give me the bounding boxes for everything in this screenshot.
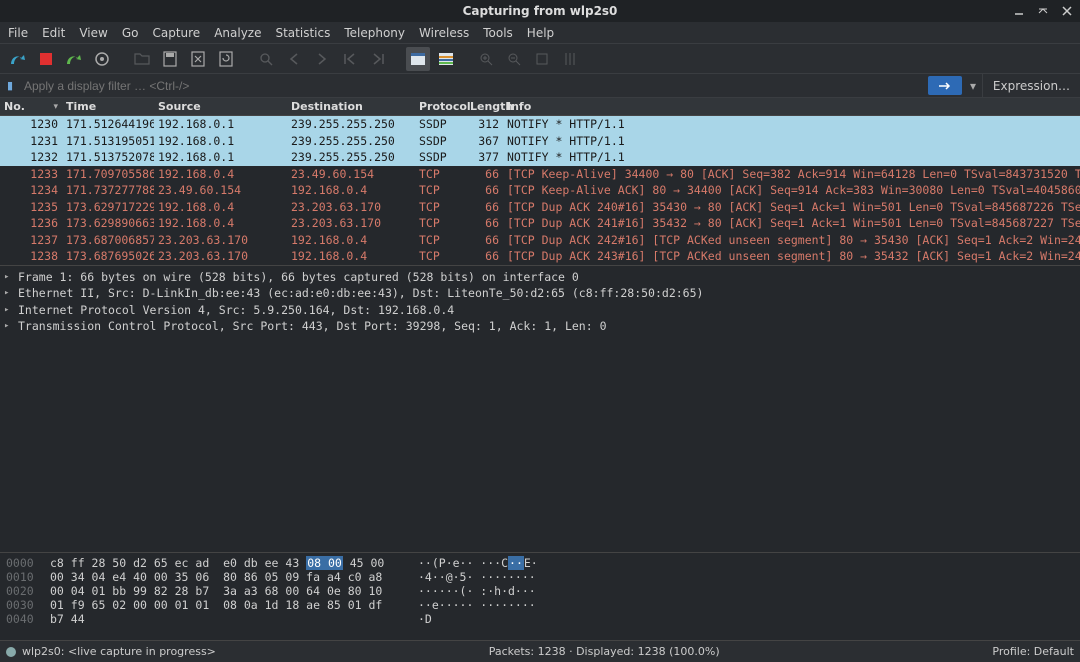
column-destination[interactable]: Destination — [287, 98, 415, 115]
column-time[interactable]: Time — [62, 98, 154, 115]
restart-capture-icon[interactable] — [62, 47, 86, 71]
capture-options-icon[interactable] — [90, 47, 114, 71]
auto-scroll-icon[interactable] — [406, 47, 430, 71]
go-back-icon[interactable] — [282, 47, 306, 71]
menu-help[interactable]: Help — [527, 26, 554, 40]
hex-line[interactable]: 001000 34 04 e4 40 00 35 06 80 86 05 09 … — [6, 570, 1074, 584]
go-first-icon[interactable] — [338, 47, 362, 71]
apply-filter-button[interactable] — [928, 76, 962, 95]
menubar: File Edit View Go Capture Analyze Statis… — [0, 22, 1080, 44]
expand-icon[interactable]: ▸ — [4, 288, 12, 298]
zoom-out-icon[interactable] — [502, 47, 526, 71]
packet-row[interactable]: 1237173.68700685723.203.63.170192.168.0.… — [0, 232, 1080, 249]
zoom-in-icon[interactable] — [474, 47, 498, 71]
column-info[interactable]: Info — [503, 98, 1080, 115]
menu-view[interactable]: View — [79, 26, 107, 40]
window-title: Capturing from wlp2s0 — [463, 4, 618, 18]
resize-columns-icon[interactable] — [558, 47, 582, 71]
menu-capture[interactable]: Capture — [152, 26, 200, 40]
statusbar: wlp2s0: <live capture in progress> Packe… — [0, 640, 1080, 662]
go-forward-icon[interactable] — [310, 47, 334, 71]
filter-dropdown-icon[interactable]: ▾ — [964, 74, 982, 97]
detail-frame: ▸Frame 1: 66 bytes on wire (528 bits), 6… — [4, 269, 1076, 286]
packet-row[interactable]: 1230171.512644196192.168.0.1239.255.255.… — [0, 116, 1080, 133]
packet-bytes-pane[interactable]: 0000c8 ff 28 50 d2 65 ec ad e0 db ee 43 … — [0, 552, 1080, 640]
packet-row[interactable]: 1234171.73727778823.49.60.154192.168.0.4… — [0, 182, 1080, 199]
reload-file-icon[interactable] — [214, 47, 238, 71]
display-filter-input[interactable] — [20, 74, 926, 97]
packet-row[interactable]: 1231171.513195051192.168.0.1239.255.255.… — [0, 133, 1080, 150]
go-last-icon[interactable] — [366, 47, 390, 71]
close-file-icon[interactable] — [186, 47, 210, 71]
packet-details-pane[interactable]: ▸Frame 1: 66 bytes on wire (528 bits), 6… — [0, 265, 1080, 553]
column-protocol[interactable]: Protocol — [415, 98, 466, 115]
menu-go[interactable]: Go — [122, 26, 139, 40]
expert-info-icon[interactable] — [6, 647, 16, 657]
titlebar: Capturing from wlp2s0 — [0, 0, 1080, 22]
maximize-icon[interactable] — [1036, 4, 1050, 18]
hex-line[interactable]: 0000c8 ff 28 50 d2 65 ec ad e0 db ee 43 … — [6, 556, 1074, 570]
save-file-icon[interactable] — [158, 47, 182, 71]
find-icon[interactable] — [254, 47, 278, 71]
menu-edit[interactable]: Edit — [42, 26, 65, 40]
packet-row[interactable]: 1236173.629890663192.168.0.423.203.63.17… — [0, 215, 1080, 232]
expression-button[interactable]: Expression… — [982, 74, 1080, 97]
menu-tools[interactable]: Tools — [483, 26, 513, 40]
status-packet-count: Packets: 1238 · Displayed: 1238 (100.0%) — [226, 645, 982, 658]
close-icon[interactable] — [1060, 4, 1074, 18]
detail-tcp: ▸Transmission Control Protocol, Src Port… — [4, 318, 1076, 335]
minimize-icon[interactable] — [1012, 4, 1026, 18]
display-filter-bar: ▮ ▾ Expression… — [0, 74, 1080, 98]
menu-wireless[interactable]: Wireless — [419, 26, 469, 40]
packet-row[interactable]: 1232171.513752078192.168.0.1239.255.255.… — [0, 149, 1080, 166]
menu-statistics[interactable]: Statistics — [275, 26, 330, 40]
packet-list-pane: No. Time Source Destination Protocol Len… — [0, 98, 1080, 265]
status-profile[interactable]: Profile: Default — [992, 645, 1074, 658]
menu-file[interactable]: File — [8, 26, 28, 40]
colorize-icon[interactable] — [434, 47, 458, 71]
menu-analyze[interactable]: Analyze — [214, 26, 261, 40]
packet-list-header[interactable]: No. Time Source Destination Protocol Len… — [0, 98, 1080, 116]
packet-row[interactable]: 1235173.629717229192.168.0.423.203.63.17… — [0, 199, 1080, 216]
menu-telephony[interactable]: Telephony — [344, 26, 405, 40]
expand-icon[interactable]: ▸ — [4, 272, 12, 282]
detail-ip: ▸Internet Protocol Version 4, Src: 5.9.2… — [4, 302, 1076, 319]
hex-line[interactable]: 0040b7 44 ·D — [6, 612, 1074, 626]
expand-icon[interactable]: ▸ — [4, 321, 12, 331]
packet-rows[interactable]: 1230171.512644196192.168.0.1239.255.255.… — [0, 116, 1080, 265]
hex-line[interactable]: 003001 f9 65 02 00 00 01 01 08 0a 1d 18 … — [6, 598, 1074, 612]
start-capture-icon[interactable] — [6, 47, 30, 71]
open-file-icon[interactable] — [130, 47, 154, 71]
detail-ethernet: ▸Ethernet II, Src: D-LinkIn_db:ee:43 (ec… — [4, 285, 1076, 302]
bookmark-icon[interactable]: ▮ — [0, 74, 20, 97]
hex-line[interactable]: 002000 04 01 bb 99 82 28 b7 3a a3 68 00 … — [6, 584, 1074, 598]
toolbar — [0, 44, 1080, 74]
packet-row[interactable]: 1238173.68769502623.203.63.170192.168.0.… — [0, 248, 1080, 265]
expand-icon[interactable]: ▸ — [4, 305, 12, 315]
packet-row[interactable]: 1233171.709705586192.168.0.423.49.60.154… — [0, 166, 1080, 183]
column-length[interactable]: Length — [466, 98, 503, 115]
column-source[interactable]: Source — [154, 98, 287, 115]
column-no[interactable]: No. — [0, 98, 62, 115]
status-capture-label: wlp2s0: <live capture in progress> — [22, 645, 216, 658]
stop-capture-icon[interactable] — [34, 47, 58, 71]
zoom-reset-icon[interactable] — [530, 47, 554, 71]
